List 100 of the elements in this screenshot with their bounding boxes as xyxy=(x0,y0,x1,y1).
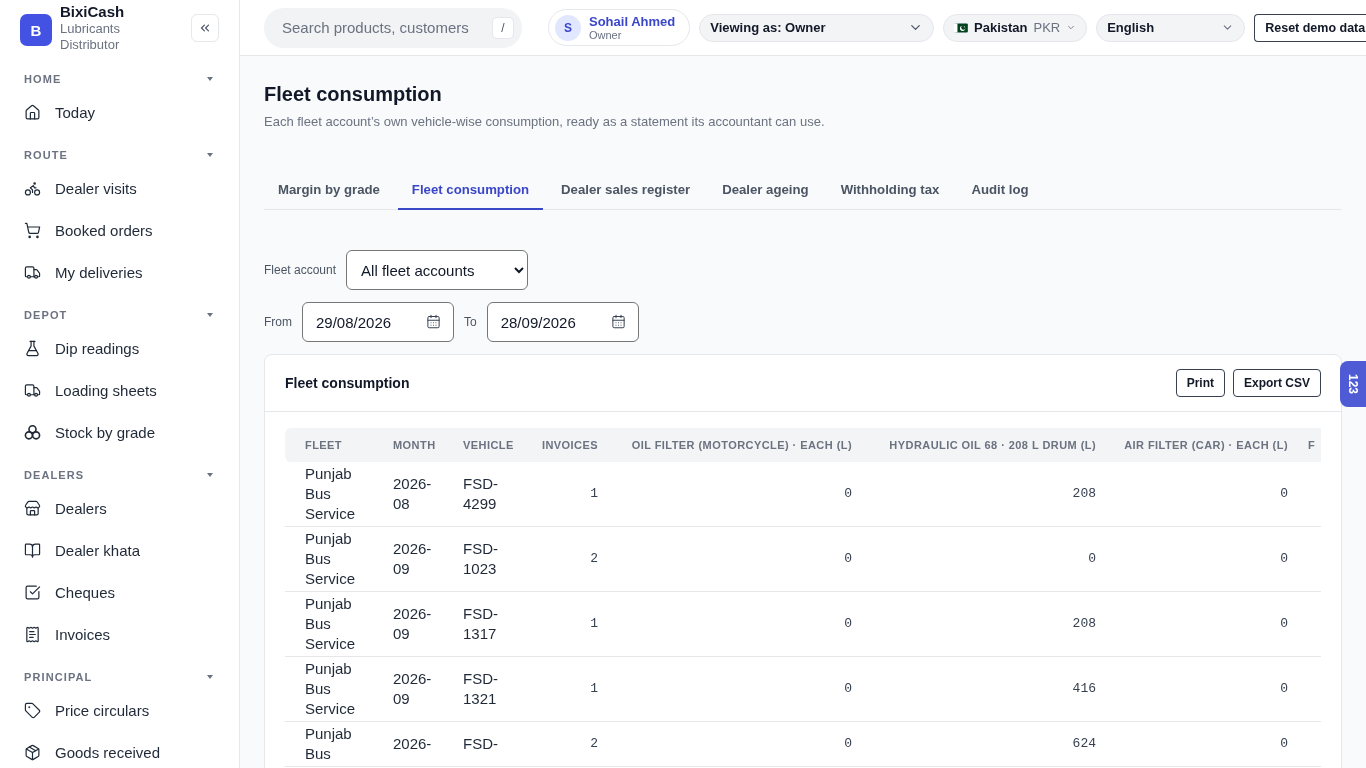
circles-icon xyxy=(24,423,41,441)
action-button[interactable]: Export CSV xyxy=(1233,369,1321,397)
table-cell: 1 xyxy=(530,592,608,657)
nav-item[interactable]: Dealer khata xyxy=(0,529,239,571)
table-cell: Punjab Bus xyxy=(285,722,383,767)
nav-item[interactable]: Dip readings xyxy=(0,327,239,369)
home-icon xyxy=(24,103,41,121)
filter-label: To xyxy=(464,315,477,329)
keypad-tab[interactable]: 123 xyxy=(1340,361,1366,407)
section-header[interactable]: PRINCIPAL xyxy=(0,665,239,689)
user-role: Owner xyxy=(589,28,622,42)
brand-name: BixiCash xyxy=(60,3,126,21)
tab[interactable]: Margin by grade xyxy=(264,170,394,210)
date-field[interactable]: 28/09/2026 xyxy=(486,302,639,342)
table-cell: 624 xyxy=(862,722,1106,767)
book-icon xyxy=(24,541,41,559)
column-header: INVOICES xyxy=(530,428,608,462)
section-header[interactable]: HOME xyxy=(0,67,239,91)
table-cell: 2026-09 xyxy=(383,527,453,592)
table-cell: 2 xyxy=(530,527,608,592)
user-name: Sohail Ahmed xyxy=(589,13,676,29)
nav-item[interactable]: Dealers xyxy=(0,487,239,529)
reset-demo-button[interactable]: Reset demo data xyxy=(1254,13,1366,42)
column-header: FLEET xyxy=(285,428,383,462)
action-button[interactable]: Print xyxy=(1175,369,1225,397)
nav-item[interactable]: Price circulars xyxy=(0,689,239,731)
nav-item[interactable]: Today xyxy=(0,91,239,133)
tab[interactable]: Dealer ageing xyxy=(708,170,823,210)
tab[interactable]: Audit log xyxy=(957,170,1043,210)
table-cell: 2026-09 xyxy=(383,592,453,657)
table-cell: FSD-1321 xyxy=(453,657,530,722)
tab[interactable]: Withholding tax xyxy=(826,170,954,210)
table-cell: 0 xyxy=(1106,657,1298,722)
calendar-icon xyxy=(426,314,441,329)
table-cell: FSD-4299 xyxy=(453,462,530,527)
table-cell: 0 xyxy=(608,462,862,527)
store-icon xyxy=(24,499,41,517)
page-title: Fleet consumption xyxy=(264,82,443,107)
truck-icon xyxy=(24,263,41,281)
country-select[interactable]: Pakistan PKR xyxy=(943,13,1088,42)
tag-icon xyxy=(24,701,41,719)
table-cell: Punjab Bus Service xyxy=(285,592,383,657)
table-cell: FSD-1317 xyxy=(453,592,530,657)
fleet-account-select[interactable]: All fleet accounts xyxy=(346,250,529,290)
package-icon xyxy=(24,743,41,761)
nav-item[interactable]: Cheques xyxy=(0,571,239,613)
collapse-sidebar-button[interactable] xyxy=(191,14,219,42)
user-menu-button[interactable]: S Sohail Ahmed Owner xyxy=(548,9,691,46)
role-select[interactable]: Viewing as: Owner xyxy=(699,13,935,42)
filter-label: From xyxy=(264,315,292,329)
tab[interactable]: Dealer sales register xyxy=(547,170,705,210)
table-cell: 208 xyxy=(862,462,1106,527)
receipt-icon xyxy=(24,625,41,643)
shortcut-key: / xyxy=(492,16,514,39)
flag-icon xyxy=(954,21,968,34)
column-header: AIR FILTER (CAR) · EACH (L) xyxy=(1106,428,1298,462)
nav-item[interactable]: Dealer visits xyxy=(0,167,239,209)
table-cell: 2026- xyxy=(383,722,453,767)
column-header: F xyxy=(1298,428,1321,462)
brand-tagline: Lubricants Distributor xyxy=(60,21,121,52)
column-header: VEHICLE xyxy=(453,428,530,462)
table-cell: 0 xyxy=(608,527,862,592)
nav-item[interactable]: My deliveries xyxy=(0,251,239,293)
bicycle-icon xyxy=(24,179,41,197)
nav-item[interactable]: Loading sheets xyxy=(0,369,239,411)
logo: B xyxy=(20,14,52,46)
date-field[interactable]: 29/08/2026 xyxy=(302,302,454,342)
table-cell: 0 xyxy=(1106,462,1298,527)
section-header[interactable]: DEALERS xyxy=(0,463,239,487)
table-cell: 0 xyxy=(608,592,862,657)
language-select[interactable]: English xyxy=(1096,13,1246,42)
table-cell: 2026-09 xyxy=(383,657,453,722)
checkbox-icon xyxy=(24,583,41,601)
truck-icon xyxy=(24,381,41,399)
table-cell: FSD- xyxy=(453,722,530,767)
table-cell: FSD-1023 xyxy=(453,527,530,592)
table-cell: 208 xyxy=(862,592,1106,657)
nav-item[interactable]: Stock by grade xyxy=(0,411,239,453)
table-cell: Punjab Bus Service xyxy=(285,657,383,722)
flask-icon xyxy=(24,339,41,357)
table-cell: 0 xyxy=(608,722,862,767)
card-title: Fleet consumption xyxy=(285,375,410,391)
column-header: OIL FILTER (MOTORCYCLE) · EACH (L) xyxy=(608,428,862,462)
table-cell: 1 xyxy=(530,657,608,722)
section-header[interactable]: DEPOT xyxy=(0,303,239,327)
table-cell: Punjab Bus Service xyxy=(285,462,383,527)
column-header: MONTH xyxy=(383,428,453,462)
column-header: HYDRAULIC OIL 68 · 208 L DRUM (L) xyxy=(862,428,1106,462)
section-header[interactable]: ROUTE xyxy=(0,143,239,167)
nav-item[interactable]: Invoices xyxy=(0,613,239,655)
calendar-icon xyxy=(610,314,626,329)
avatar: S xyxy=(555,14,581,41)
nav-item[interactable]: Goods received xyxy=(0,731,239,768)
nav-item[interactable]: Booked orders xyxy=(0,209,239,251)
table-cell: 0 xyxy=(1106,722,1298,767)
table-cell: 0 xyxy=(1106,527,1298,592)
table-cell: 2026-08 xyxy=(383,462,453,527)
tab[interactable]: Fleet consumption xyxy=(397,170,544,210)
cart-icon xyxy=(24,221,41,239)
table-cell: Punjab Bus Service xyxy=(285,527,383,592)
